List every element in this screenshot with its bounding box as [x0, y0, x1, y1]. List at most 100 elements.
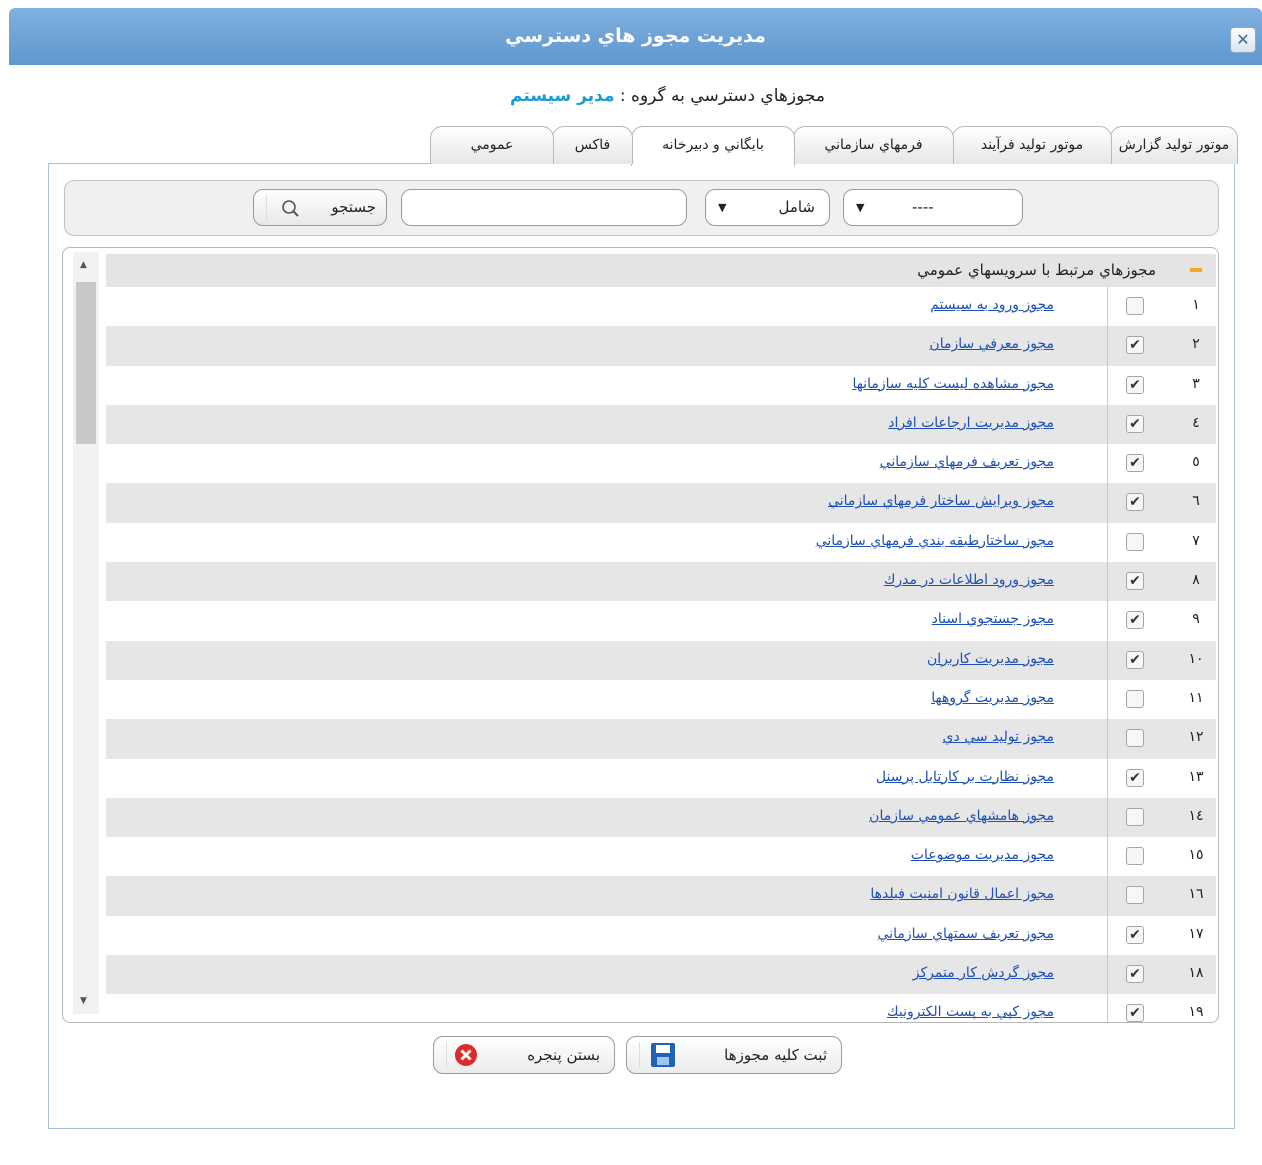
permission-checkbox[interactable]: ✔	[1126, 925, 1144, 944]
table-row: ٥ ✔ مجوز تعريف فرمهاي سازماني	[106, 444, 1216, 484]
tab-general[interactable]: عمومي	[430, 126, 554, 164]
permission-link[interactable]: مجوز مديريت موضوعات	[911, 847, 1054, 863]
permission-checkbox[interactable]	[1126, 807, 1144, 826]
permission-checkbox[interactable]: ✔	[1126, 375, 1144, 394]
permission-link[interactable]: مجوز اعمال قانون امنيت فيلدها	[870, 886, 1054, 902]
close-button-label: بستن پنجره	[527, 1046, 600, 1064]
group-header-label: مجوزهاي مرتبط با سرويسهاي عمومي	[917, 261, 1156, 279]
row-number: ٥	[1192, 454, 1200, 471]
table-row: ٦ ✔ مجوز ويرايش ساختار فرمهاي سازماني	[106, 483, 1216, 523]
tab-archive[interactable]: بايگاني و دبيرخانه	[631, 126, 795, 166]
permission-checkbox[interactable]	[1126, 847, 1144, 866]
permission-checkbox[interactable]: ✔	[1126, 414, 1144, 433]
search-icon	[266, 195, 308, 221]
column-divider	[1107, 955, 1108, 995]
permission-link[interactable]: مجوز هامشهاي عمومي سازمان	[869, 808, 1054, 824]
save-button-label: ثبت كليه مجوزها	[724, 1046, 827, 1064]
permission-checkbox[interactable]: ✔	[1126, 454, 1144, 473]
tab-fax[interactable]: فاكس	[552, 126, 633, 164]
close-icon: ✕	[1236, 30, 1250, 49]
permission-checkbox[interactable]	[1126, 297, 1144, 315]
subtitle-prefix: مجوزهاي دسترسي به گروه :	[619, 86, 825, 106]
table-row: ١٨ ✔ مجوز گردش كار متمركز	[106, 955, 1216, 995]
field-select[interactable]: ---- ▼	[843, 189, 1023, 226]
permission-checkbox[interactable]: ✔	[1126, 611, 1144, 630]
permission-checkbox[interactable]: ✔	[1126, 572, 1144, 591]
vertical-scrollbar[interactable]: ▲ ▼	[73, 252, 99, 1014]
permission-checkbox[interactable]: ✔	[1126, 1004, 1144, 1022]
permission-link[interactable]: مجوز كپي به پست الكترونيك	[887, 1004, 1054, 1020]
row-number: ١٥	[1188, 847, 1204, 864]
column-divider	[1107, 444, 1108, 484]
table-row: ١٣ ✔ مجوز نظارت بر كارتابل پرسنل	[106, 758, 1216, 798]
permission-link[interactable]: مجوز تعريف فرمهاي سازماني	[880, 454, 1054, 470]
permission-checkbox[interactable]: ✔	[1126, 336, 1144, 355]
column-divider	[1107, 994, 1108, 1022]
search-input[interactable]	[401, 189, 687, 226]
permission-checkbox[interactable]: ✔	[1126, 965, 1144, 984]
permission-checkbox[interactable]	[1126, 729, 1144, 748]
permissions-list: ▲ ▼ مجوزهاي مرتبط با سرويسهاي عمومي ١ مجو…	[62, 247, 1219, 1023]
permission-link[interactable]: مجوز گردش كار متمركز	[913, 965, 1054, 981]
row-number: ٤	[1192, 414, 1200, 431]
tab-process-engine[interactable]: موتور توليد فرآيند	[952, 126, 1112, 164]
table-row: ١٩ ✔ مجوز كپي به پست الكترونيك	[106, 994, 1216, 1022]
permission-checkbox[interactable]	[1126, 886, 1144, 905]
chevron-down-icon: ▼	[856, 201, 865, 214]
search-button[interactable]: جستجو	[253, 189, 387, 226]
scroll-down-arrow-icon[interactable]: ▼	[80, 996, 87, 1006]
permission-checkbox[interactable]: ✔	[1126, 768, 1144, 787]
permission-link[interactable]: مجوز جستجوي اسناد	[932, 611, 1054, 627]
column-divider	[1107, 287, 1108, 327]
row-number: ٧	[1192, 532, 1200, 549]
permission-link[interactable]: مجوز ويرايش ساختار فرمهاي سازماني	[828, 493, 1054, 509]
table-row: ١ مجوز ورود به سيستم	[106, 287, 1216, 327]
permission-link[interactable]: مجوز مديريت كاربران	[927, 651, 1054, 667]
row-number: ٩	[1192, 611, 1200, 628]
row-number: ٣	[1192, 375, 1200, 392]
operator-select[interactable]: شامل ▼	[705, 189, 830, 226]
table-row: ١٥ مجوز مديريت موضوعات	[106, 837, 1216, 877]
column-divider	[1107, 719, 1108, 759]
column-divider	[1107, 562, 1108, 602]
table-row: ١٧ ✔ مجوز تعريف سمتهاي سازماني	[106, 915, 1216, 956]
close-window-button[interactable]: ✕	[1230, 27, 1256, 53]
permission-link[interactable]: مجوز ورود به سيستم	[930, 297, 1054, 313]
save-all-permissions-button[interactable]: ثبت كليه مجوزها	[626, 1036, 842, 1074]
close-circle-icon	[446, 1042, 492, 1068]
permission-link[interactable]: مجوز مديريت ارجاعات افراد	[888, 415, 1054, 431]
permission-link[interactable]: مجوز معرفي سازمان	[929, 336, 1054, 352]
collapse-icon[interactable]	[1190, 268, 1202, 272]
tab-org-forms[interactable]: فرمهاي سازماني	[793, 126, 954, 164]
row-number: ١٧	[1188, 925, 1204, 942]
row-number: ١٨	[1188, 965, 1204, 982]
permission-link[interactable]: مجوز مديريت گروهها	[931, 690, 1054, 706]
table-row: ٩ ✔ مجوز جستجوي اسناد	[106, 601, 1216, 641]
column-divider	[1107, 365, 1108, 405]
tab-report-engine[interactable]: موتور توليد گزارش	[1110, 126, 1238, 164]
window-title: مديريت مجوز هاي دسترسي	[505, 25, 766, 47]
scroll-up-arrow-icon[interactable]: ▲	[80, 260, 87, 270]
table-row: ١١ مجوز مديريت گروهها	[106, 679, 1216, 720]
permission-link[interactable]: مجوز مشاهده ليست كليه سازمانها	[852, 376, 1054, 392]
permission-checkbox[interactable]	[1126, 532, 1144, 551]
table-row: ١٦ مجوز اعمال قانون امنيت فيلدها	[106, 876, 1216, 916]
permission-link[interactable]: مجوز ساختارطبقه بندي فرمهاي سازماني	[816, 533, 1054, 549]
scroll-thumb[interactable]	[76, 282, 96, 444]
close-window-bottom-button[interactable]: بستن پنجره	[433, 1036, 615, 1074]
column-divider	[1107, 483, 1108, 523]
permission-checkbox[interactable]: ✔	[1126, 650, 1144, 669]
permission-link[interactable]: مجوز نظارت بر كارتابل پرسنل	[876, 769, 1054, 785]
column-divider	[1107, 326, 1108, 366]
permission-checkbox[interactable]: ✔	[1126, 493, 1144, 512]
permission-link[interactable]: مجوز تعريف سمتهاي سازماني	[878, 926, 1054, 942]
column-divider	[1107, 837, 1108, 877]
permission-link[interactable]: مجوز ورود اطلاعات در مدرك	[884, 572, 1054, 588]
row-number: ١٦	[1188, 886, 1204, 903]
permission-link[interactable]: مجوز توليد سي دي	[943, 729, 1054, 745]
table-row: ٣ ✔ مجوز مشاهده ليست كليه سازمانها	[106, 365, 1216, 405]
group-subtitle: مجوزهاي دسترسي به گروه : مدير سيستم	[0, 86, 1262, 106]
row-number: ٦	[1192, 493, 1200, 510]
permission-rows: ١ مجوز ورود به سيستم ٢ ✔ مجوز معرفي سازمان ٣ ✔…	[106, 287, 1216, 1022]
permission-checkbox[interactable]	[1126, 689, 1144, 708]
